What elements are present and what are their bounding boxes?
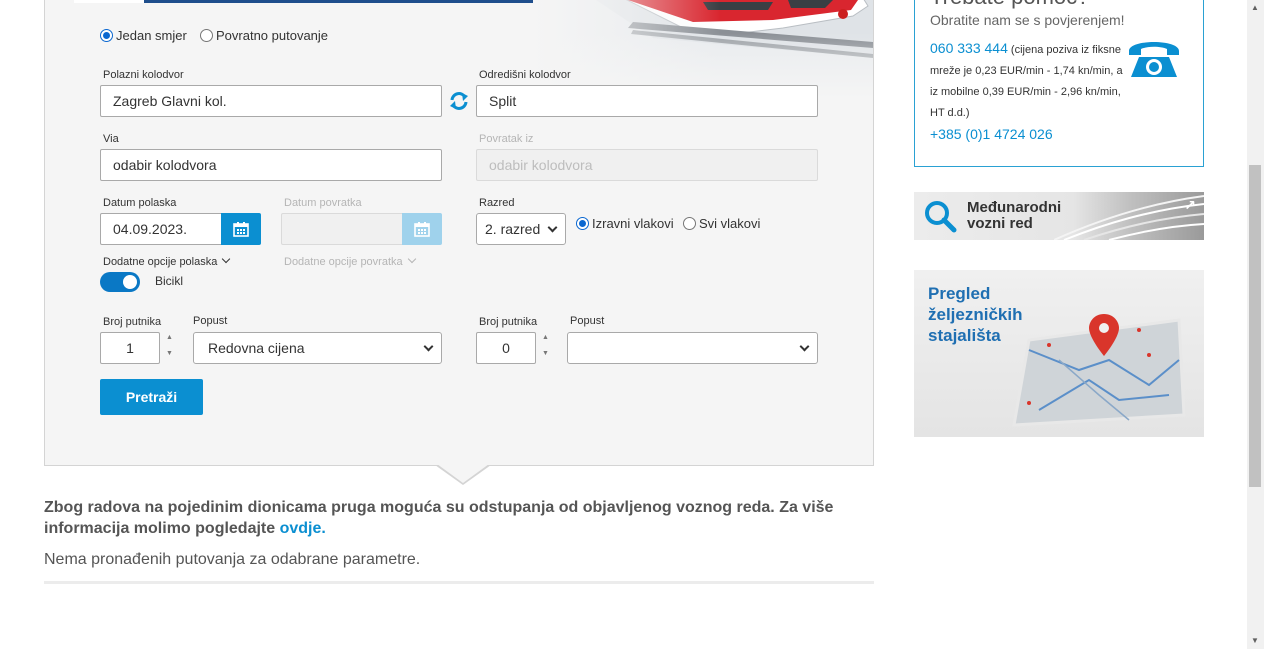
return-calendar-button bbox=[402, 213, 442, 245]
chevron-down-icon bbox=[799, 341, 810, 352]
filter-all[interactable]: Svi vlakovi bbox=[683, 215, 760, 233]
passengers-out-input[interactable]: 1 bbox=[100, 332, 160, 364]
chevron-down-icon bbox=[547, 222, 558, 233]
bicycle-label: Bicikl bbox=[155, 274, 184, 288]
extra-return-label: Dodatne opcije povratka bbox=[284, 256, 403, 268]
return-radio[interactable] bbox=[200, 29, 213, 43]
extra-return-options: Dodatne opcije povratka bbox=[284, 254, 416, 268]
scroll-up-arrow-icon[interactable]: ▲ bbox=[1251, 3, 1259, 12]
discount-ret-label: Popust bbox=[570, 315, 605, 327]
return-from-label: Povratak iz bbox=[479, 133, 534, 145]
chevron-down-icon bbox=[222, 254, 231, 264]
departure-date-label: Datum polaska bbox=[103, 197, 177, 209]
passengers-out-stepper[interactable]: ▲ ▼ bbox=[166, 334, 173, 358]
divider bbox=[44, 581, 874, 584]
help-phone-link[interactable]: 060 333 444 bbox=[930, 40, 1008, 56]
class-select[interactable]: 2. razred bbox=[476, 213, 566, 245]
passengers-ret-stepper[interactable]: ▲ ▼ bbox=[542, 334, 549, 358]
extra-departure-label: Dodatne opcije polaska bbox=[103, 256, 218, 268]
rail-tracks-image bbox=[1054, 195, 1204, 240]
stations-overview-title: Pregled željezničkih stajališta bbox=[928, 283, 1022, 346]
arrival-station-input[interactable]: Split bbox=[476, 85, 818, 117]
one-way-label: Jedan smjer bbox=[116, 28, 187, 44]
search-icon bbox=[924, 200, 958, 239]
scroll-down-arrow-icon[interactable]: ▼ bbox=[1251, 636, 1259, 645]
via-label: Via bbox=[103, 133, 119, 145]
trip-type-return[interactable]: Povratno putovanje bbox=[200, 27, 328, 45]
departure-station-input[interactable]: Zagreb Glavni kol. bbox=[100, 85, 442, 117]
stations-line3: stajališta bbox=[928, 326, 1001, 345]
return-from-input: odabir kolodvora bbox=[476, 149, 818, 181]
international-line1: Međunarodni bbox=[967, 199, 1062, 216]
international-timetable-title: Međunarodni vozni red bbox=[967, 200, 1061, 232]
calendar-icon bbox=[414, 222, 430, 237]
panel-pointer-inner bbox=[437, 464, 489, 483]
scrollbar-thumb[interactable] bbox=[1249, 165, 1261, 487]
vertical-scrollbar[interactable]: ▲ ▼ bbox=[1247, 0, 1264, 649]
departure-date-input[interactable]: 04.09.2023. bbox=[100, 213, 222, 245]
train-banner-image bbox=[533, 0, 873, 98]
map-image bbox=[1012, 314, 1186, 427]
arrival-station-label: Odredišni kolodvor bbox=[479, 69, 571, 81]
all-trains-radio[interactable] bbox=[683, 217, 696, 231]
chevron-down-icon bbox=[423, 341, 434, 352]
swap-stations-icon[interactable] bbox=[448, 90, 470, 117]
direct-trains-label: Izravni vlakovi bbox=[592, 216, 674, 232]
departure-station-label: Polazni kolodvor bbox=[103, 69, 184, 81]
trip-type-one-way[interactable]: Jedan smjer bbox=[100, 27, 187, 45]
stations-overview-banner[interactable]: Pregled željezničkih stajališta bbox=[914, 270, 1204, 437]
departure-calendar-button[interactable] bbox=[221, 213, 261, 245]
help-phone2-link[interactable]: +385 (0)1 4724 026 bbox=[930, 126, 1053, 142]
return-date-label: Datum povratka bbox=[284, 197, 362, 209]
search-button[interactable]: Pretraži bbox=[100, 379, 203, 415]
help-subtitle: Obratite nam se s povjerenjem! bbox=[930, 12, 1125, 28]
all-trains-label: Svi vlakovi bbox=[699, 216, 761, 232]
telephone-icon bbox=[1125, 35, 1183, 84]
bicycle-toggle[interactable] bbox=[100, 272, 140, 292]
search-panel: Jedan smjer Povratno putovanje Polazni k… bbox=[44, 0, 874, 485]
stations-line1: Pregled bbox=[928, 284, 991, 303]
passengers-ret-label: Broj putnika bbox=[479, 316, 538, 328]
one-way-radio[interactable] bbox=[100, 29, 113, 43]
international-line2: vozni red bbox=[967, 215, 1033, 232]
no-results-message: Nema pronađenih putovanja za odabrane pa… bbox=[44, 551, 421, 568]
passengers-out-label: Broj putnika bbox=[103, 316, 162, 328]
return-date-input bbox=[281, 213, 403, 245]
discount-out-label: Popust bbox=[193, 315, 228, 327]
calendar-icon bbox=[233, 222, 249, 237]
help-title: Trebate pomoć? bbox=[930, 0, 1089, 10]
panel-active-tab-strip bbox=[74, 0, 144, 3]
stations-line2: željezničkih bbox=[928, 305, 1023, 324]
works-notice-link[interactable]: ovdje. bbox=[280, 520, 326, 537]
passengers-ret-input[interactable]: 0 bbox=[476, 332, 536, 364]
discount-out-value: Redovna cijena bbox=[208, 340, 305, 356]
filter-direct[interactable]: Izravni vlakovi bbox=[576, 215, 674, 233]
discount-ret-select[interactable] bbox=[567, 332, 818, 364]
discount-out-select[interactable]: Redovna cijena bbox=[193, 332, 442, 364]
via-input[interactable]: odabir kolodvora bbox=[100, 149, 442, 181]
international-timetable-banner[interactable]: Međunarodni vozni red ↗ bbox=[914, 192, 1204, 240]
extra-departure-options[interactable]: Dodatne opcije polaska bbox=[103, 254, 231, 268]
works-notice: Zbog radova na pojedinim dionicama pruga… bbox=[44, 497, 874, 539]
direct-trains-radio[interactable] bbox=[576, 217, 589, 231]
chevron-down-icon bbox=[407, 254, 416, 264]
return-label: Povratno putovanje bbox=[216, 28, 329, 44]
class-value: 2. razred bbox=[485, 221, 541, 237]
help-box: Trebate pomoć? Obratite nam se s povjere… bbox=[914, 0, 1204, 167]
help-phone-block: 060 333 444 (cijena poziva iz fiksne mre… bbox=[930, 38, 1125, 124]
page: Jedan smjer Povratno putovanje Polazni k… bbox=[0, 0, 1264, 649]
external-arrow-icon: ↗ bbox=[1184, 197, 1196, 213]
works-notice-text: Zbog radova na pojedinim dionicama pruga… bbox=[44, 499, 834, 537]
class-label: Razred bbox=[479, 197, 515, 209]
